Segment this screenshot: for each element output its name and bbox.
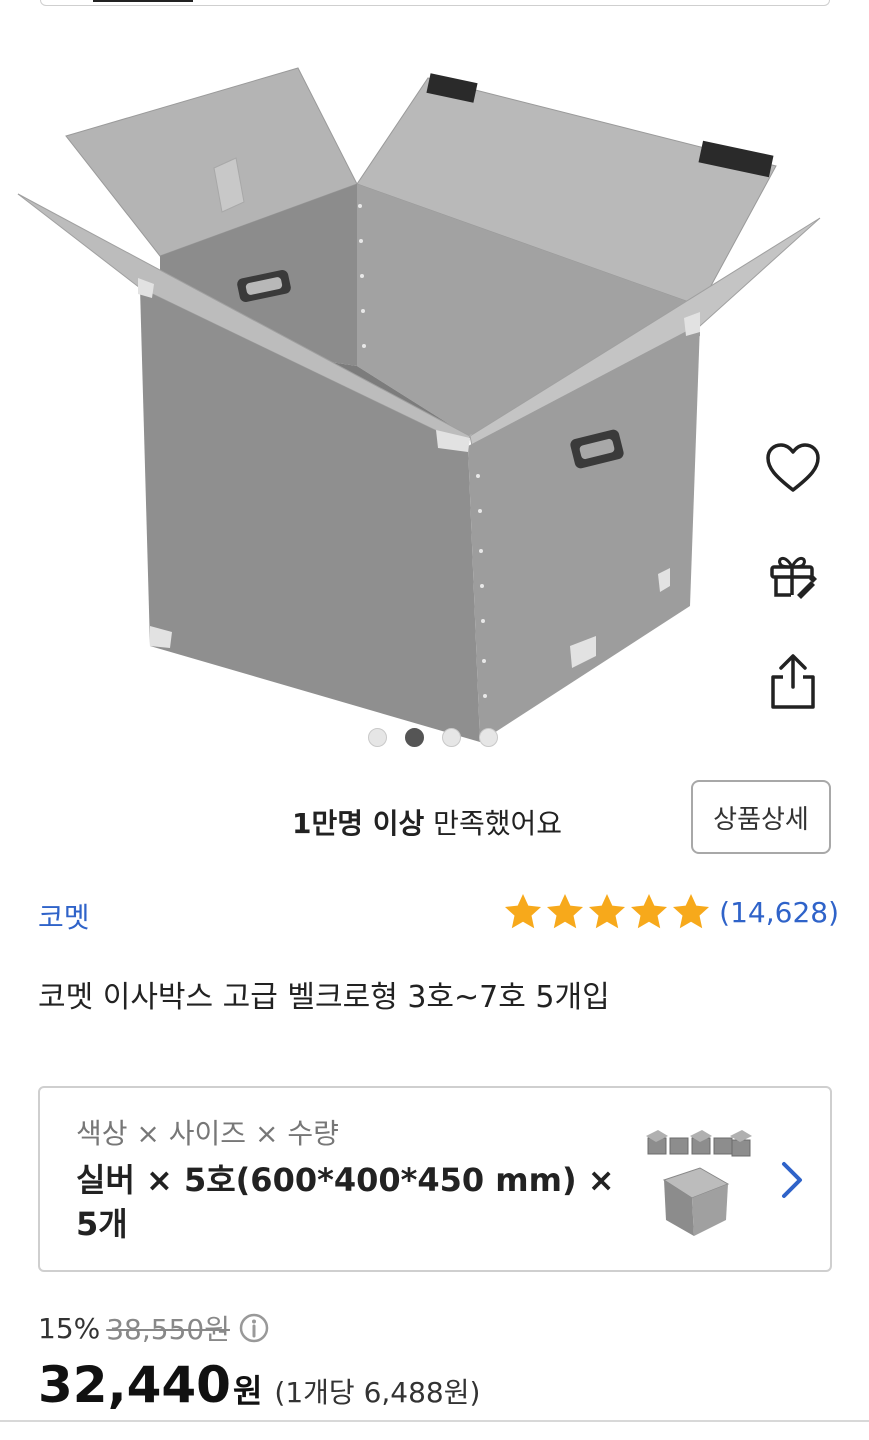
unit-price: (1개당 6,488원) [274, 1376, 481, 1409]
option-selector[interactable]: 색상 × 사이즈 × 수량 실버 × 5호(600*400*450 mm) × … [38, 1086, 832, 1272]
review-count[interactable]: (14,628) [719, 896, 839, 929]
info-icon[interactable] [238, 1312, 270, 1344]
star-icon [673, 894, 710, 929]
star-icon [631, 894, 668, 929]
option-label: 색상 × 사이즈 × 수량 [76, 1117, 339, 1150]
chevron-right-icon[interactable] [776, 1158, 808, 1202]
moving-box-illustration [17, 67, 821, 742]
brand-link[interactable]: 코멧 [38, 896, 90, 936]
product-hero-image[interactable] [0, 6, 869, 751]
carousel-indicator [368, 728, 498, 747]
discount-rate: 15% [38, 1311, 101, 1345]
box-thumbnail [646, 1130, 752, 1236]
divider [0, 1420, 869, 1422]
top-card-accent [93, 0, 193, 2]
carousel-dot[interactable] [368, 728, 387, 747]
discount-row: 15% 38,550원 [38, 1308, 270, 1348]
carousel-dot[interactable] [479, 728, 498, 747]
share-icon[interactable] [763, 652, 823, 712]
satisfaction-row: 1만명 이상 만족했어요 상품상세 [0, 780, 869, 855]
carousel-dot-active[interactable] [405, 728, 424, 747]
heart-icon[interactable] [763, 438, 823, 498]
final-price: 32,440 [38, 1356, 231, 1414]
carousel-dot[interactable] [442, 728, 461, 747]
star-icon [505, 894, 542, 929]
product-title: 코멧 이사박스 고급 벨크로형 3호~7호 5개입 [38, 980, 610, 1015]
original-price: 38,550원 [106, 1313, 230, 1346]
product-detail-button[interactable]: 상품상세 [691, 780, 831, 854]
price-row: 32,440 원 (1개당 6,488원) [38, 1356, 480, 1414]
satisfaction-text: 1만명 이상 만족했어요 [292, 802, 562, 842]
star-rating [503, 892, 711, 932]
option-value: 실버 × 5호(600*400*450 mm) × 5개 [76, 1161, 615, 1243]
currency-unit: 원 [232, 1372, 263, 1410]
satisfaction-count: 1만명 이상 [292, 807, 425, 840]
star-icon [589, 894, 626, 929]
side-action-bar [763, 438, 823, 759]
star-icon [547, 894, 584, 929]
satisfaction-suffix: 만족했어요 [424, 807, 562, 840]
gift-icon[interactable] [763, 545, 823, 605]
rating-summary[interactable]: (14,628) [503, 892, 839, 932]
